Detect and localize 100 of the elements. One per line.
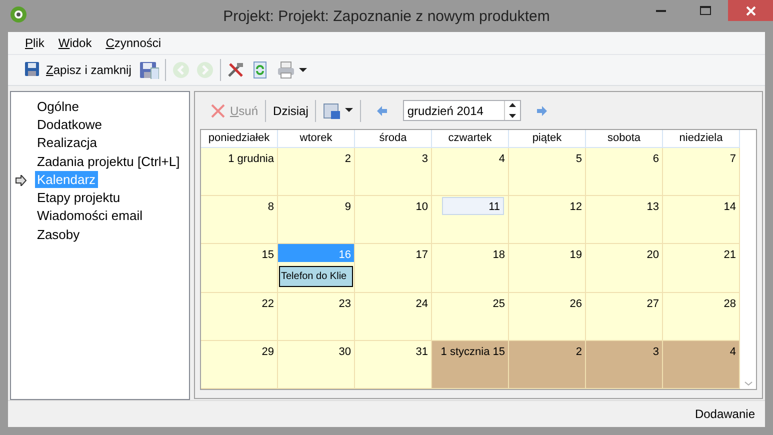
day-number: 8 [266,200,275,214]
column-header: wtorek [278,130,355,148]
day-cell[interactable]: 12 [509,196,586,244]
sidebar-item[interactable]: Dodatkowe [35,116,104,133]
day-number: 25 [492,296,506,311]
day-cell[interactable]: 9 [278,196,355,244]
day-number: 3 [652,344,660,359]
day-cell[interactable]: 2 [509,340,586,390]
day-number: 30 [338,344,352,359]
print-dropdown[interactable] [275,61,310,79]
day-cell[interactable]: 1 grudnia [201,148,278,196]
day-number: 18 [492,248,506,262]
day-cell[interactable]: 14 [663,196,740,244]
day-cell[interactable]: 18 [432,244,509,293]
sidebar-item[interactable]: Zasoby [35,226,82,243]
column-header: piątek [509,130,586,148]
day-number: 5 [574,152,583,166]
day-number: 31 [414,344,429,359]
day-cell[interactable]: 16 Telefon do Klie [278,244,355,293]
sidebar-item[interactable]: Realizacja [35,134,99,152]
day-cell[interactable]: 22 [201,292,278,341]
day-cell[interactable]: 21 [663,244,740,293]
day-number: 28 [722,296,737,311]
menu-item[interactable]: Widok [58,34,92,52]
day-number: 9 [344,200,352,214]
sidebar-item[interactable]: Wiadomości email [35,207,144,224]
day-cell[interactable]: 2 [278,148,355,196]
day-number: 4 [728,344,737,359]
day-cell[interactable]: 26 [509,292,586,341]
day-number: 16 [278,244,354,262]
delete-icon [210,102,226,118]
day-number: 2 [344,152,352,166]
scroll-down-icon [744,381,752,386]
sidebar-item[interactable]: Ogólne [35,98,81,115]
day-cell[interactable]: 15 [201,244,278,293]
day-cell[interactable]: 6 [586,148,663,196]
day-cell[interactable]: 4 [663,340,740,390]
menu-item[interactable]: Czynności [106,34,162,52]
day-cell[interactable]: 28 [663,292,740,341]
day-cell[interactable]: 17 [355,244,432,293]
view-dropdown[interactable] [321,102,356,120]
day-number: 17 [414,248,429,262]
status-text: Dodawanie [694,406,755,423]
minimize-icon [656,9,666,12]
day-number: 24 [414,296,429,311]
tools-icon[interactable] [227,61,246,79]
day-cell[interactable]: 5 [509,148,586,196]
day-number: 26 [568,296,583,311]
day-cell[interactable]: 24 [355,292,432,341]
day-cell[interactable]: 1 stycznia 15 [432,340,509,390]
day-number: 21 [722,248,737,262]
day-number: 6 [652,152,660,166]
save-close-button[interactable]: Zapisz i zamknij [22,61,134,79]
day-cell[interactable]: 29 [201,340,278,390]
day-cell[interactable]: 27 [586,292,663,341]
day-number: 29 [260,344,275,359]
sidebar-item[interactable]: Etapy projektu [35,189,122,206]
day-cell[interactable]: 8 [201,196,278,244]
refresh-icon[interactable] [251,61,270,79]
day-cell[interactable]: 25 [432,292,509,341]
day-number: 15 [260,248,275,262]
day-number: 22 [260,296,275,311]
caret-icon [345,108,354,113]
month-field[interactable]: grudzień 2014 [403,100,522,121]
day-cell[interactable]: 19 [509,244,586,293]
floppy-icon[interactable] [139,61,160,79]
column-header: poniedziałek [201,130,278,148]
printer-icon [277,61,296,79]
app-icon [10,6,27,23]
day-cell[interactable]: 20 [586,244,663,293]
day-cell[interactable]: 3 [586,340,663,390]
event-item[interactable]: Telefon do Klie [279,266,353,288]
day-number: 13 [646,200,660,214]
day-cell[interactable]: 30 [278,340,355,390]
day-number: 3 [420,152,429,166]
day-number: 10 [414,200,429,214]
day-cell[interactable]: 10 [355,196,432,244]
day-cell[interactable]: 31 [355,340,432,390]
day-cell[interactable]: 4 [432,148,509,196]
close-button[interactable] [728,0,773,21]
pointer-arrow-icon [15,174,27,186]
caret-icon [299,68,308,72]
day-cell[interactable]: 13 [586,196,663,244]
day-number: 23 [338,296,352,311]
maximize-icon [700,6,711,15]
menu-item[interactable]: Plik [25,34,44,52]
day-number: 27 [646,296,660,311]
close-icon [746,6,756,16]
day-cell[interactable]: 3 [355,148,432,196]
day-number: 19 [568,248,583,262]
today-button[interactable]: Dzisiaj [271,102,310,120]
day-number: 1 grudnia [227,152,275,166]
day-cell[interactable]: 23 [278,292,355,341]
column-header: sobota [586,130,663,148]
day-cell[interactable]: 7 [663,148,740,196]
day-number: 14 [722,200,737,214]
day-cell[interactable]: 11 [432,196,509,244]
day-number: 11 [442,197,504,216]
column-header: niedziela [663,130,740,148]
sidebar-item[interactable]: Zadania projektu [Ctrl+L] [35,152,182,170]
